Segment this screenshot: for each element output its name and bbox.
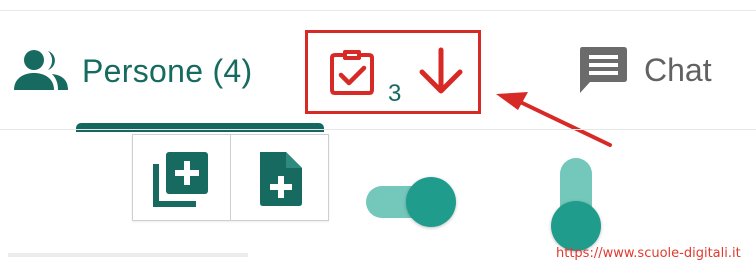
add-document-button[interactable] (230, 135, 328, 220)
tab-chat[interactable]: Chat (576, 44, 712, 96)
horizontal-toggle-switch[interactable] (366, 177, 462, 227)
add-document-icon (259, 151, 302, 206)
add-multiple-icon (152, 151, 208, 207)
add-multiple-button[interactable] (133, 135, 230, 220)
highlight-box (305, 30, 481, 114)
active-tab-indicator (76, 123, 324, 132)
tab-people-label: Persone (4) (82, 52, 253, 89)
toggle-thumb (406, 177, 456, 227)
tab-bar-divider (0, 129, 756, 130)
toggle-thumb (551, 201, 601, 251)
bottom-divider (8, 253, 248, 257)
people-icon (14, 50, 68, 90)
tab-chat-label: Chat (644, 51, 712, 88)
chat-icon (580, 47, 627, 93)
vertical-toggle-switch[interactable] (548, 154, 604, 254)
action-button-group (132, 134, 329, 221)
tab-people[interactable]: Persone (4) (12, 46, 253, 96)
top-divider (0, 10, 756, 11)
